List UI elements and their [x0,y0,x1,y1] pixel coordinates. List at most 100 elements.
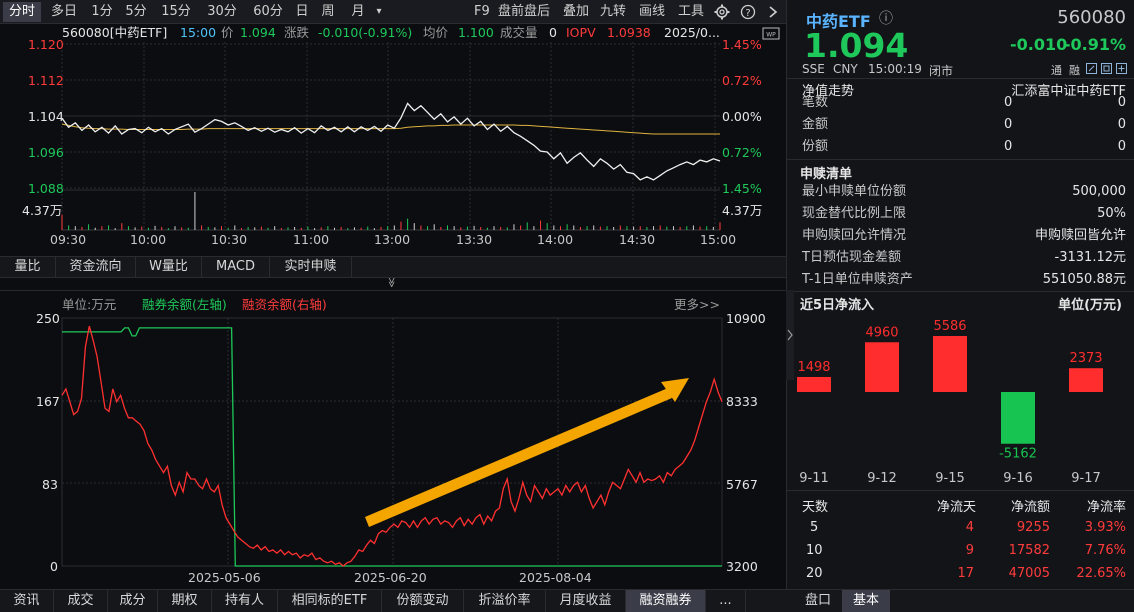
sub-row-label: 申购赎回允许情况 [802,228,907,243]
subscription-row: T日预估现金差额 -3131.12元 [786,247,1134,269]
tf-intraday[interactable]: 分时 [3,2,41,22]
tf-month[interactable]: 月 [348,2,368,22]
quote-panel: 中药ETF ⓘ 560080 1.094 -0.010 -0.91% SSE C… [786,0,1134,612]
f9-button[interactable]: F9 [474,2,490,22]
table-cell: 9 [965,543,974,558]
chart-area: 分时 多日 1分 5分 15分 30分 60分 日 周 月 ▾ F9 盘前盘后 … [0,0,786,612]
lower-y-left: 167 [36,394,60,409]
tf-week[interactable]: 周 [318,2,338,22]
btab-monthly-return[interactable]: 月度收益 [546,590,626,612]
table-header: 净流天 [936,500,976,515]
info-change: -0.010(-0.91%) [318,25,413,40]
draw-line-button[interactable]: 画线 [639,2,665,22]
subscription-title: 申赎清单 [800,167,853,182]
expand-chevron-icon[interactable]: ≫ [386,277,397,287]
table-cell: 22.65% [1076,566,1126,581]
settings-gear-icon[interactable] [714,4,730,20]
netflow-unit: 单位(万元) [1058,298,1122,313]
tab-w-volume-ratio[interactable]: W量比 [136,257,202,277]
tab-basic[interactable]: 基本 [842,590,890,612]
tab-orderbook[interactable]: 盘口 [794,590,842,612]
tf-multiday[interactable]: 多日 [46,2,82,22]
sub-row-value: -3131.12元 [1054,250,1126,265]
quote-currency: CNY [833,62,858,76]
netflow-bar [1069,368,1103,392]
subscription-row: 现金替代比例上限 50% [786,203,1134,225]
lower-x-tick: 2025-08-04 [519,570,592,585]
nav-row-b: 0 [1117,117,1126,132]
y-left-label: 1.104 [28,109,64,124]
y-left-label: 1.120 [28,37,64,52]
netflow-title: 近5日净流入 [800,298,875,313]
table-header: 天数 [802,500,829,515]
tf-1min[interactable]: 1分 [88,2,116,22]
y-right-label: 0.72% [722,73,762,88]
tab-realtime-subscription[interactable]: 实时申赎 [270,257,352,277]
timeframe-toolbar: 分时 多日 1分 5分 15分 30分 60分 日 周 月 ▾ F9 盘前盘后 … [0,0,786,24]
intraday-chart[interactable] [0,42,786,256]
plot-frame [61,317,723,567]
tf-15min[interactable]: 15分 [158,2,194,22]
margin-balance-line [61,325,723,567]
x-tick-label: 09:30 [50,232,87,247]
divider [0,290,786,291]
lower-y-left: 83 [42,477,58,492]
btab-components[interactable]: 成分 [108,590,158,612]
table-header: 净流额 [1010,500,1050,515]
short-balance-line [62,327,722,567]
btab-premium-rate[interactable]: 折溢价率 [464,590,546,612]
y-right-label: 1.45% [722,37,762,52]
premarket-button[interactable]: 盘前盘后 [498,2,550,22]
info-icon[interactable]: ⓘ [879,8,893,28]
price-line [61,102,721,181]
table-cell: 7.76% [1084,543,1126,558]
tf-30min[interactable]: 30分 [204,2,240,22]
nav-row: 份额 0 0 [786,136,1134,158]
nine-turn-button[interactable]: 九转 [600,2,626,22]
nav-row-b: 0 [1117,139,1126,154]
btab-share-change[interactable]: 份额变动 [382,590,464,612]
sub-row-label: T日预估现金差额 [802,250,901,265]
y-left-label: 1.112 [28,73,64,88]
btab-trades[interactable]: 成交 [54,590,108,612]
sub-row-value: 500,000 [1072,184,1126,199]
netflow-bar-chart: 1498 9-11 4960 9-12 5586 9-15 -5162 9-16 2373 9-1… [797,319,1103,486]
table-cell: 20 [806,566,823,581]
lower-x-tick: 2025-06-20 [354,570,427,585]
info-vol: 0 [549,25,557,40]
x-tick-label: 13:30 [456,232,493,247]
tf-60min[interactable]: 60分 [250,2,286,22]
tab-macd[interactable]: MACD [202,257,270,277]
btab-holders[interactable]: 持有人 [212,590,278,612]
overlay-button[interactable]: 叠加 [563,2,589,22]
table-cell: 10 [806,543,823,558]
y-left-label: 1.088 [28,181,64,196]
y-right-label: 1.45% [722,181,762,196]
btab-more[interactable]: ... [706,590,746,612]
panel-action-icons[interactable] [1086,63,1130,75]
panel-collapse-handle[interactable] [786,290,794,380]
margin-trading-chart[interactable] [0,310,786,589]
btab-news[interactable]: 资讯 [0,590,54,612]
tab-fund-flow[interactable]: 资金流向 [56,257,136,277]
tf-5min[interactable]: 5分 [122,2,150,22]
netflow-bar [865,342,899,392]
flag-tong: 通 [1051,64,1062,77]
btab-same-index-etf[interactable]: 相同标的ETF [278,590,382,612]
tf-day[interactable]: 日 [292,2,312,22]
window-toggle-icon[interactable]: WP [762,27,780,40]
help-icon[interactable]: ? [740,4,756,20]
btab-options[interactable]: 期权 [158,590,212,612]
x-tick-label: 15:00 [700,232,737,247]
netflow-bar-label: -5162 [999,447,1037,462]
tf-dropdown-icon[interactable]: ▾ [373,2,385,22]
x-tick-label: 14:30 [619,232,656,247]
chevron-right-icon[interactable] [766,4,780,20]
info-price: 1.094 [240,25,276,40]
tools-button[interactable]: 工具 [678,2,704,22]
tab-volume-ratio[interactable]: 量比 [0,257,56,277]
btab-margin-trading[interactable]: 融资融券 [626,590,706,612]
table-cell: 47005 [1008,566,1050,581]
nav-row-label: 笔数 [802,95,829,110]
netflow-bar-label: 2373 [1069,351,1102,366]
